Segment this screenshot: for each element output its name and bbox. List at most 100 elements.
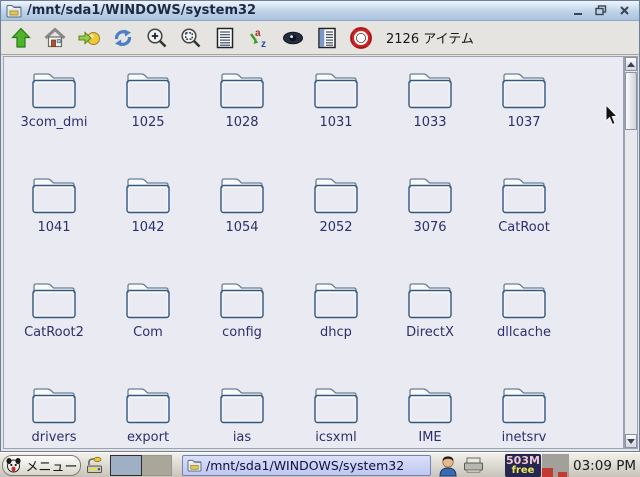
folder-item[interactable]: 2052 [289, 168, 383, 273]
user-icon[interactable] [437, 454, 459, 477]
autosize-button[interactable] [178, 25, 203, 51]
folder-label: dhcp [320, 325, 352, 340]
goto-icon [77, 26, 101, 50]
folder-item[interactable]: config [195, 273, 289, 378]
printer-icon[interactable] [463, 457, 484, 473]
folder-item[interactable]: 1025 [101, 63, 195, 168]
close-icon [619, 5, 630, 16]
home-button[interactable] [42, 25, 67, 51]
help-lifebuoy-button[interactable] [348, 25, 373, 51]
folder-item[interactable]: export [101, 378, 195, 449]
folder-item[interactable]: 1033 [383, 63, 477, 168]
folder-label: CatRoot [498, 220, 550, 235]
up-arrow-button[interactable] [8, 25, 33, 51]
minimize-button[interactable] [571, 5, 585, 17]
restore-button[interactable] [594, 5, 608, 17]
folder-icon [499, 174, 549, 216]
minimize-icon [572, 5, 584, 16]
help-lifebuoy-icon [349, 26, 373, 50]
free-space-size: 503M [506, 456, 540, 466]
folder-item[interactable]: dhcp [289, 273, 383, 378]
pager-desktop-1[interactable] [110, 455, 142, 476]
folder-icon [405, 69, 455, 111]
folder-label: 2052 [319, 220, 352, 235]
folder-item[interactable]: 1042 [101, 168, 195, 273]
folder-item[interactable]: inetsrv [477, 378, 571, 449]
folder-item[interactable]: CatRoot [477, 168, 571, 273]
file-view[interactable]: 3com_dmi 1025 1028 1031 10331037 1041 1042 1054… [3, 56, 624, 449]
file-manager-window: /mnt/sda1/WINDOWS/system32 [0, 0, 640, 452]
window-icon [6, 4, 22, 18]
folder-icon [311, 279, 361, 321]
folder-item[interactable]: 1054 [195, 168, 289, 273]
folder-label: 1028 [225, 115, 258, 130]
folder-item[interactable]: 3com_dmi [7, 63, 101, 168]
taskbar-clock: 03:09 PM [570, 453, 638, 477]
refresh-icon [111, 26, 135, 50]
cpu-load-meter [542, 454, 569, 477]
folder-item[interactable]: 1028 [195, 63, 289, 168]
folder-item[interactable]: 1041 [7, 168, 101, 273]
list-view-button[interactable] [212, 25, 237, 51]
folder-icon [217, 174, 267, 216]
desktop-pager [110, 455, 172, 476]
window-title: /mnt/sda1/WINDOWS/system32 [27, 3, 571, 18]
zoom-in-button[interactable] [144, 25, 169, 51]
menu-button[interactable]: メニュー [2, 455, 81, 476]
folder-icon [123, 174, 173, 216]
folder-label: Com [133, 325, 163, 340]
list-view-icon [213, 26, 237, 50]
details-view-button[interactable] [314, 25, 339, 51]
cpu-load-bar [542, 468, 553, 477]
up-arrow-icon [9, 26, 33, 50]
titlebar[interactable]: /mnt/sda1/WINDOWS/system32 [1, 1, 639, 21]
folder-label: 1031 [319, 115, 352, 130]
folder-icon [217, 384, 267, 426]
folder-item[interactable]: IME [383, 378, 477, 449]
scroll-up-icon [627, 62, 635, 67]
folder-icon [405, 174, 455, 216]
scroll-up-button[interactable] [625, 57, 637, 71]
folder-icon [405, 384, 455, 426]
folder-label: dllcache [497, 325, 551, 340]
folder-item[interactable]: Com [101, 273, 195, 378]
folder-icon [123, 279, 173, 321]
folder-item[interactable]: DirectX [383, 273, 477, 378]
pager-desktop-2[interactable] [142, 455, 172, 476]
folder-icon [29, 279, 79, 321]
folder-item[interactable]: icsxml [289, 378, 383, 449]
folder-item[interactable]: dllcache [477, 273, 571, 378]
taskbar: メニュー /mnt/sda1/WINDOWS/system32 503M fre… [0, 452, 640, 477]
folder-item[interactable]: 1031 [289, 63, 383, 168]
folder-grid: 3com_dmi 1025 1028 1031 10331037 1041 1042 1054… [4, 57, 623, 449]
folder-icon [217, 69, 267, 111]
puppy-menu-icon [5, 457, 22, 473]
vertical-scrollbar[interactable] [624, 56, 638, 449]
folder-icon [499, 384, 549, 426]
folder-label: 3com_dmi [20, 115, 87, 130]
close-button[interactable] [617, 5, 631, 17]
folder-label: export [127, 430, 169, 445]
folder-label: config [222, 325, 262, 340]
folder-label: DirectX [406, 325, 454, 340]
show-hidden-eye-button[interactable] [280, 25, 305, 51]
folder-item[interactable]: 3076 [383, 168, 477, 273]
taskbar-task-button[interactable]: /mnt/sda1/WINDOWS/system32 [182, 455, 431, 476]
folder-item[interactable]: CatRoot2 [7, 273, 101, 378]
folder-item[interactable]: drivers [7, 378, 101, 449]
folder-item[interactable]: ias [195, 378, 289, 449]
drives-icon[interactable] [86, 456, 105, 475]
folder-item[interactable]: 1037 [477, 63, 571, 168]
goto-button[interactable] [76, 25, 101, 51]
folder-icon [29, 69, 79, 111]
folder-icon [29, 174, 79, 216]
scroll-down-button[interactable] [625, 434, 637, 448]
sort-az-button[interactable]: az [246, 25, 271, 51]
free-space-word: free [512, 466, 535, 476]
folder-label: 1042 [131, 220, 164, 235]
folder-icon [499, 279, 549, 321]
refresh-button[interactable] [110, 25, 135, 51]
restore-icon [595, 5, 607, 16]
scroll-down-icon [627, 439, 635, 444]
scrollbar-thumb[interactable] [625, 72, 637, 130]
